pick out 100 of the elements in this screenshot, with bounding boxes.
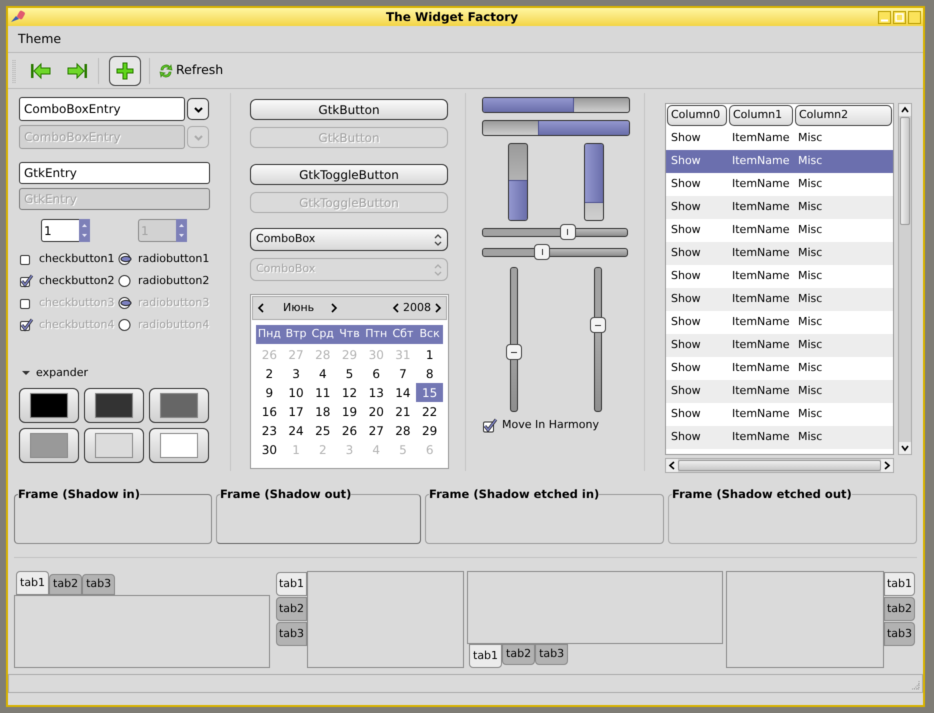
- tab[interactable]: tab3: [82, 574, 116, 595]
- calendar-day[interactable]: 14: [390, 383, 416, 402]
- calendar-day[interactable]: 3: [282, 364, 310, 383]
- refresh-button[interactable]: Refresh: [158, 61, 224, 80]
- scrollbar-thumb[interactable]: [900, 117, 910, 225]
- calendar-day[interactable]: 2: [256, 364, 283, 383]
- tab[interactable]: tab1: [276, 572, 307, 596]
- toggle-button[interactable]: GtkToggleButton: [250, 164, 448, 185]
- chevron-left-icon[interactable]: [257, 303, 265, 313]
- calendar-day[interactable]: 8: [416, 364, 443, 383]
- calendar-day[interactable]: 30: [256, 440, 283, 459]
- tree-row[interactable]: Show ItemName Misc: [666, 196, 893, 219]
- color-button[interactable]: [19, 428, 79, 462]
- calendar-day[interactable]: 15: [416, 383, 443, 402]
- calendar-day[interactable]: 12: [336, 383, 363, 402]
- tab[interactable]: tab1: [884, 572, 915, 596]
- checkbox[interactable]: Move In Harmony: [482, 417, 630, 434]
- calendar-day[interactable]: 10: [282, 383, 310, 402]
- table-cell-text: Misc: [797, 245, 824, 262]
- calendar-day[interactable]: 19: [336, 402, 363, 421]
- spin-arrows-icon[interactable]: [176, 219, 187, 242]
- calendar-day[interactable]: 18: [309, 402, 336, 421]
- calendar-day[interactable]: 21: [390, 402, 416, 421]
- vertical-scrollbar[interactable]: [898, 103, 912, 455]
- grip-icon: [12, 58, 16, 84]
- tab[interactable]: tab3: [276, 622, 307, 646]
- tab[interactable]: tab2: [49, 574, 82, 595]
- calendar-day[interactable]: 23: [256, 421, 283, 440]
- calendar-day[interactable]: 1: [416, 345, 443, 364]
- table-cell-text: ItemName: [731, 268, 790, 284]
- menu-item[interactable]: Theme: [16, 30, 64, 48]
- combo-entry-field[interactable]: ComboBoxEntry: [19, 97, 185, 121]
- calendar-day[interactable]: 26: [336, 421, 363, 440]
- calendar-day[interactable]: 16: [256, 402, 283, 421]
- chevron-left-icon[interactable]: [392, 303, 400, 313]
- tree-row[interactable]: Show ItemName Misc: [666, 426, 893, 449]
- table-cell-text: Show: [670, 153, 702, 170]
- spin-arrows-icon[interactable]: [79, 219, 90, 242]
- column-header[interactable]: Column2: [795, 105, 892, 126]
- tab[interactable]: tab1: [469, 644, 502, 668]
- horizontal-scrollbar[interactable]: [665, 458, 894, 473]
- calendar-day[interactable]: 20: [362, 402, 390, 421]
- calendar-day[interactable]: 27: [362, 421, 390, 440]
- push-button[interactable]: GtkButton: [250, 99, 448, 120]
- maximize-icon[interactable]: [893, 10, 906, 24]
- calendar-day[interactable]: 28: [390, 421, 416, 440]
- tab[interactable]: tab3: [884, 622, 915, 646]
- checkbox[interactable]: checkbutton2: [19, 274, 118, 288]
- calendar-day[interactable]: 29: [416, 421, 443, 440]
- color-button[interactable]: [149, 388, 209, 422]
- tab[interactable]: tab2: [884, 597, 915, 621]
- chevron-right-icon[interactable]: [330, 303, 338, 313]
- slider-thumb[interactable]: [534, 244, 550, 260]
- checked-box-icon: [19, 274, 33, 288]
- radio-button[interactable]: radiobutton1: [118, 252, 211, 266]
- scrollbar-thumb[interactable]: [678, 460, 881, 471]
- text-entry-field[interactable]: GtkEntry: [19, 162, 210, 184]
- month-label: Июнь: [283, 300, 314, 316]
- tab[interactable]: tab2: [502, 644, 536, 665]
- color-button[interactable]: [19, 388, 79, 422]
- column-header[interactable]: Column1: [729, 105, 793, 126]
- back-arrow-icon[interactable]: [30, 62, 52, 80]
- tree-row[interactable]: Show ItemName Misc: [666, 242, 893, 265]
- calendar-day[interactable]: 6: [362, 364, 390, 383]
- tree-row[interactable]: Show ItemName Misc: [666, 380, 893, 403]
- calendar-day[interactable]: 4: [309, 364, 336, 383]
- tree-row[interactable]: Show ItemName Misc: [666, 288, 893, 311]
- spin-field[interactable]: 1: [41, 219, 79, 242]
- color-button[interactable]: [84, 428, 144, 462]
- slider-thumb[interactable]: [506, 344, 522, 360]
- calendar-day[interactable]: 11: [309, 383, 336, 402]
- calendar-day[interactable]: 17: [282, 402, 310, 421]
- radio-button[interactable]: radiobutton2: [118, 274, 211, 288]
- checkbox[interactable]: checkbutton1: [19, 252, 118, 266]
- calendar-day[interactable]: 25: [309, 421, 336, 440]
- tab[interactable]: tab2: [276, 597, 307, 621]
- calendar-day[interactable]: 5: [336, 364, 363, 383]
- color-button[interactable]: [84, 388, 144, 422]
- expander[interactable]: expander: [22, 365, 211, 382]
- calendar-day[interactable]: 9: [256, 383, 283, 402]
- combo-box[interactable]: ComboBox: [250, 228, 448, 251]
- tab[interactable]: tab3: [535, 644, 568, 665]
- minimize-icon[interactable]: [878, 10, 891, 24]
- tab[interactable]: tab1: [16, 571, 50, 595]
- calendar-day[interactable]: 24: [282, 421, 310, 440]
- forward-arrow-icon[interactable]: [66, 62, 88, 80]
- calendar-day[interactable]: 22: [416, 402, 443, 421]
- color-button[interactable]: [149, 428, 209, 462]
- dropdown-button[interactable]: [187, 98, 209, 120]
- chevron-right-icon[interactable]: [434, 303, 442, 313]
- add-toggle-button[interactable]: [109, 56, 141, 86]
- tree-row[interactable]: Show ItemName Misc: [666, 334, 893, 357]
- tree-row[interactable]: Show ItemName Misc: [666, 150, 893, 173]
- calendar-day[interactable]: 13: [362, 383, 390, 402]
- slider-thumb[interactable]: [590, 317, 606, 334]
- calendar-day[interactable]: 7: [390, 364, 416, 383]
- table-cell-text: ItemName: [731, 337, 790, 354]
- slider-thumb[interactable]: [560, 224, 576, 240]
- table-cell-text: Misc: [797, 383, 824, 400]
- column-header[interactable]: Column0: [667, 105, 727, 126]
